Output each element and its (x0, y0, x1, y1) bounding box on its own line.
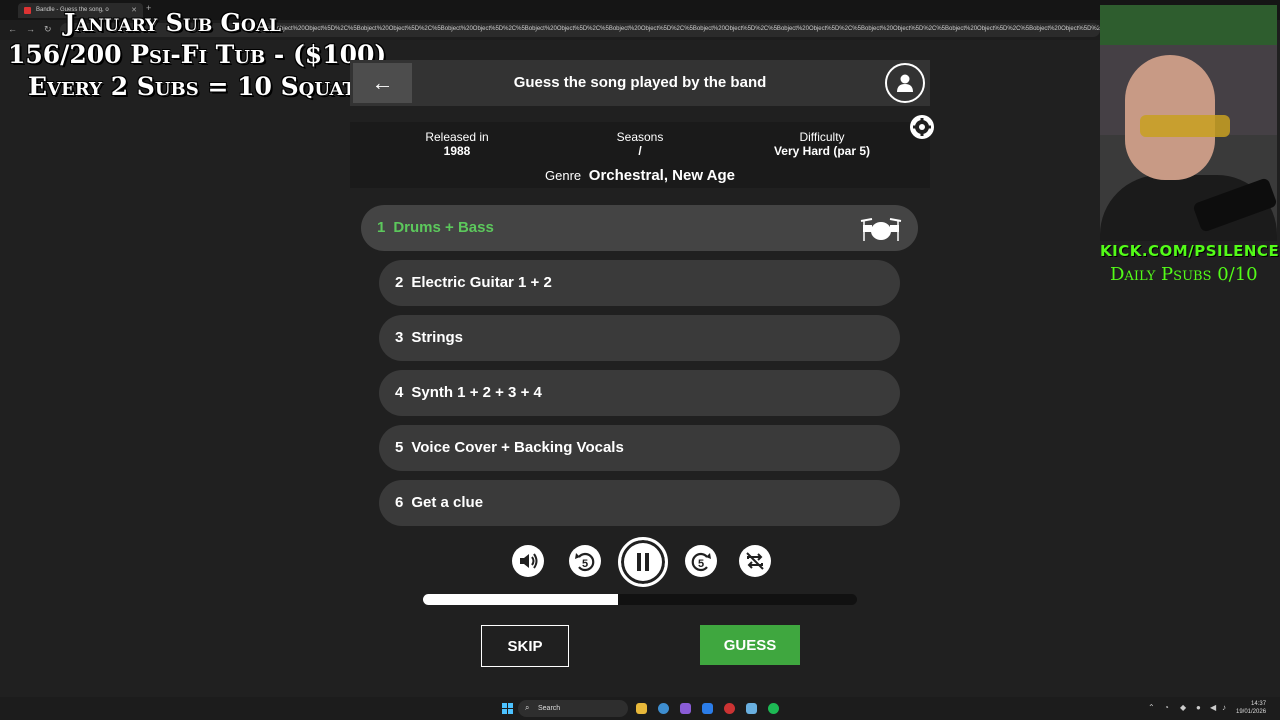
search-icon: ⌕ (525, 703, 530, 712)
bandle-favicon-icon (24, 7, 31, 14)
track-row-3[interactable]: 3 Strings (379, 315, 900, 361)
playback-progress-bar[interactable] (423, 594, 857, 605)
seasons-value: / (638, 144, 642, 158)
clue-label: Get a clue (411, 494, 484, 511)
steam-icon[interactable] (746, 703, 757, 714)
genre-value: Orchestral, New Age (588, 167, 735, 184)
track-number: 2 (395, 274, 404, 291)
windows-start-icon[interactable] (502, 703, 513, 714)
webcam-feed (1100, 5, 1277, 241)
track-label: Voice Cover + Backing Vocals (411, 439, 624, 456)
track-row-4[interactable]: 4 Synth 1 + 2 + 3 + 4 (379, 370, 900, 416)
clue-row[interactable]: 6 Get a clue (379, 480, 900, 526)
pause-icon (637, 553, 649, 571)
sub-goal-progress: 156/200 Psi-Fi Tub - ($100) (8, 40, 387, 69)
difficulty-info: Difficulty Very Hard (par 5) (742, 130, 902, 158)
loop-off-button[interactable] (739, 545, 771, 577)
track-label: Strings (411, 329, 464, 346)
sub-goal-title: January Sub Goal (64, 8, 282, 37)
track-number: 5 (395, 439, 404, 456)
tray-volume-icon[interactable]: ◀ (1210, 703, 1216, 712)
user-icon (897, 74, 913, 92)
taskbar-search-label: Search (538, 705, 561, 712)
spotify-icon[interactable] (768, 703, 779, 714)
guess-button[interactable]: GUESS (700, 625, 800, 665)
released-value: 1988 (443, 144, 471, 158)
webcam-glasses (1140, 115, 1230, 137)
forward-5-icon: 5 (691, 552, 711, 572)
genre-label: Genre (545, 168, 582, 183)
song-info-panel: Released in 1988 Seasons / Difficulty Ve… (350, 122, 930, 188)
app-icon[interactable] (702, 703, 713, 714)
genre-info: Genre Orchestral, New Age (350, 167, 930, 184)
tray-mic-icon[interactable]: ● (1196, 703, 1201, 712)
drum-kit-icon (860, 218, 902, 241)
track-label: Electric Guitar 1 + 2 (411, 274, 552, 291)
chrome-icon[interactable] (658, 703, 669, 714)
file-explorer-icon[interactable] (636, 703, 647, 714)
webcam-background-shelf (1100, 5, 1277, 45)
track-number: 1 (377, 219, 386, 236)
seasons-info: Seasons / (560, 130, 720, 158)
app-icon[interactable] (680, 703, 691, 714)
rewind-seconds: 5 (582, 558, 588, 570)
channel-link: KICK.COM/PSILENCER (1100, 242, 1280, 260)
windows-taskbar: ⌕ Search ⌃ ◔ ◆ ● ◀ ♪ 14:37 19/01/2026 (0, 697, 1280, 720)
tray-speaker-icon[interactable]: ♪ (1222, 703, 1226, 712)
tray-app-icon[interactable]: ◆ (1180, 703, 1186, 712)
difficulty-value: Very Hard (par 5) (773, 144, 871, 158)
skip-button[interactable]: SKIP (481, 625, 569, 667)
tray-network-icon[interactable]: ◔ (1164, 703, 1169, 712)
track-row-5[interactable]: 5 Voice Cover + Backing Vocals (379, 425, 900, 471)
app-icon[interactable] (724, 703, 735, 714)
game-header: ← Guess the song played by the band (350, 60, 930, 106)
pause-button[interactable] (618, 537, 668, 587)
clock-time: 14:37 (1251, 701, 1267, 707)
page-title: Guess the song played by the band (513, 74, 767, 91)
speaker-icon (520, 553, 538, 569)
track-row-1[interactable]: 1 Drums + Bass (361, 205, 918, 251)
profile-button[interactable] (885, 63, 925, 103)
tray-chevron-icon[interactable]: ⌃ (1148, 703, 1155, 712)
track-number: 3 (395, 329, 404, 346)
repeat-off-icon (746, 552, 764, 570)
track-number: 6 (395, 494, 404, 511)
track-label: Drums + Bass (393, 219, 494, 236)
difficulty-label: Difficulty (799, 130, 845, 144)
back-button[interactable]: ← (353, 63, 412, 103)
forward-seconds: 5 (698, 558, 704, 570)
released-label: Released in (425, 130, 489, 144)
rewind-button[interactable]: 5 (569, 545, 601, 577)
volume-button[interactable] (512, 545, 544, 577)
daily-subs-counter: Daily Psubs 0/10 (1110, 264, 1258, 285)
back-nav-icon[interactable]: ← (8, 24, 17, 34)
rewind-5-icon: 5 (575, 552, 595, 572)
gear-icon (913, 118, 931, 136)
seasons-label: Seasons (616, 130, 664, 144)
forward-nav-icon[interactable]: → (26, 24, 35, 34)
clock-date: 19/01/2026 (1236, 709, 1267, 715)
released-info: Released in 1988 (377, 130, 537, 158)
reload-icon[interactable]: ↻ (44, 24, 52, 35)
track-label: Synth 1 + 2 + 3 + 4 (411, 384, 542, 401)
taskbar-search[interactable]: ⌕ Search (518, 700, 628, 717)
taskbar-clock[interactable]: 14:37 19/01/2026 (1236, 700, 1266, 716)
track-number: 4 (395, 384, 404, 401)
settings-button[interactable] (910, 115, 934, 139)
sub-goal-rule: Every 2 Subs = 10 Squats (28, 72, 369, 101)
forward-button[interactable]: 5 (685, 545, 717, 577)
track-row-2[interactable]: 2 Electric Guitar 1 + 2 (379, 260, 900, 306)
playback-progress-fill (423, 594, 619, 605)
